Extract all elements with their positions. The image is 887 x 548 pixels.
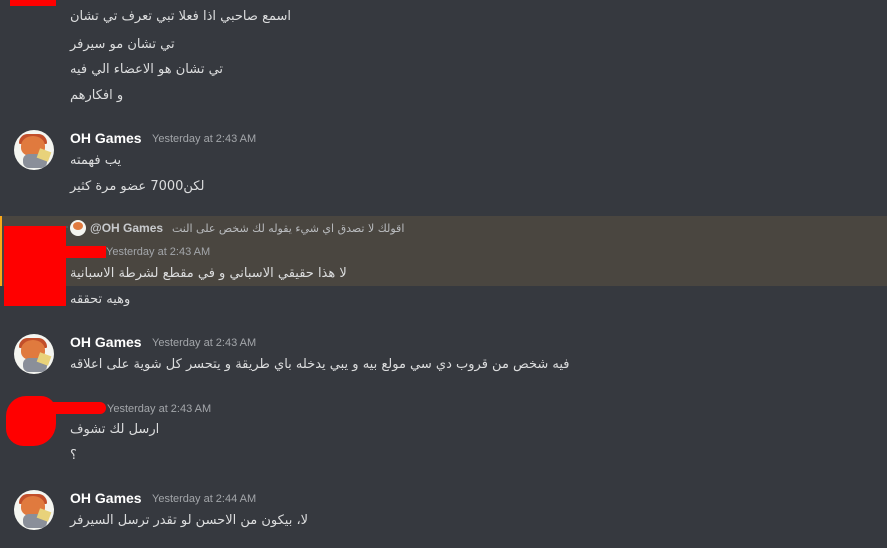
- message-text: لا، بيكون من الاحسن لو تقدر ترسل السيرفر: [70, 513, 309, 528]
- message-timestamp[interactable]: Yesterday at 2:44 AM: [152, 493, 256, 505]
- redacted-username: [44, 402, 106, 414]
- username[interactable]: OH Games: [70, 490, 142, 506]
- redacted-avatar: [4, 226, 66, 306]
- redacted-avatar: [10, 0, 56, 6]
- message-text: يب فهمته: [70, 153, 122, 168]
- message-timestamp[interactable]: Yesterday at 2:43 AM: [106, 246, 210, 258]
- message-text: ؟: [70, 448, 77, 463]
- mention-highlight-bar: [0, 216, 2, 286]
- message-text: فيه شخص من قروب دي سي مولع بيه و يبي يدخ…: [70, 357, 570, 372]
- message-text: وهيه تحققه: [70, 292, 131, 307]
- message-text: اسمع صاحبي اذا فعلا تبي تعرف تي تشان: [70, 9, 292, 24]
- reply-preview[interactable]: اقولك لا تصدق اي شيء يقوله لك شخص على ال…: [172, 222, 404, 235]
- username[interactable]: OH Games: [70, 334, 142, 350]
- message-timestamp[interactable]: Yesterday at 2:43 AM: [152, 133, 256, 145]
- chat-messages: اسمع صاحبي اذا فعلا تبي تعرف تي تشان تي …: [0, 0, 887, 548]
- message-timestamp[interactable]: Yesterday at 2:43 AM: [107, 403, 211, 415]
- reply-author[interactable]: @OH Games: [90, 221, 163, 235]
- user-avatar[interactable]: [14, 490, 54, 530]
- user-avatar[interactable]: [14, 130, 54, 170]
- cartoon-avatar-icon: [73, 222, 83, 230]
- message-text: لا هذا حقيقي الاسباني و في مقطع لشرطة ال…: [70, 266, 347, 281]
- redacted-username: [66, 246, 106, 258]
- message-text: تي تشان مو سيرفر: [70, 37, 175, 52]
- message-timestamp[interactable]: Yesterday at 2:43 AM: [152, 337, 256, 349]
- message-text: ارسل لك تشوف: [70, 422, 160, 437]
- username[interactable]: OH Games: [70, 130, 142, 146]
- reply-avatar: [70, 220, 86, 236]
- message-text: تي تشان هو الاعضاء الي فيه: [70, 62, 224, 77]
- message-text: و افكارهم: [70, 88, 124, 103]
- message-text: لكن7000 عضو مرة كثير: [70, 179, 205, 194]
- user-avatar[interactable]: [14, 334, 54, 374]
